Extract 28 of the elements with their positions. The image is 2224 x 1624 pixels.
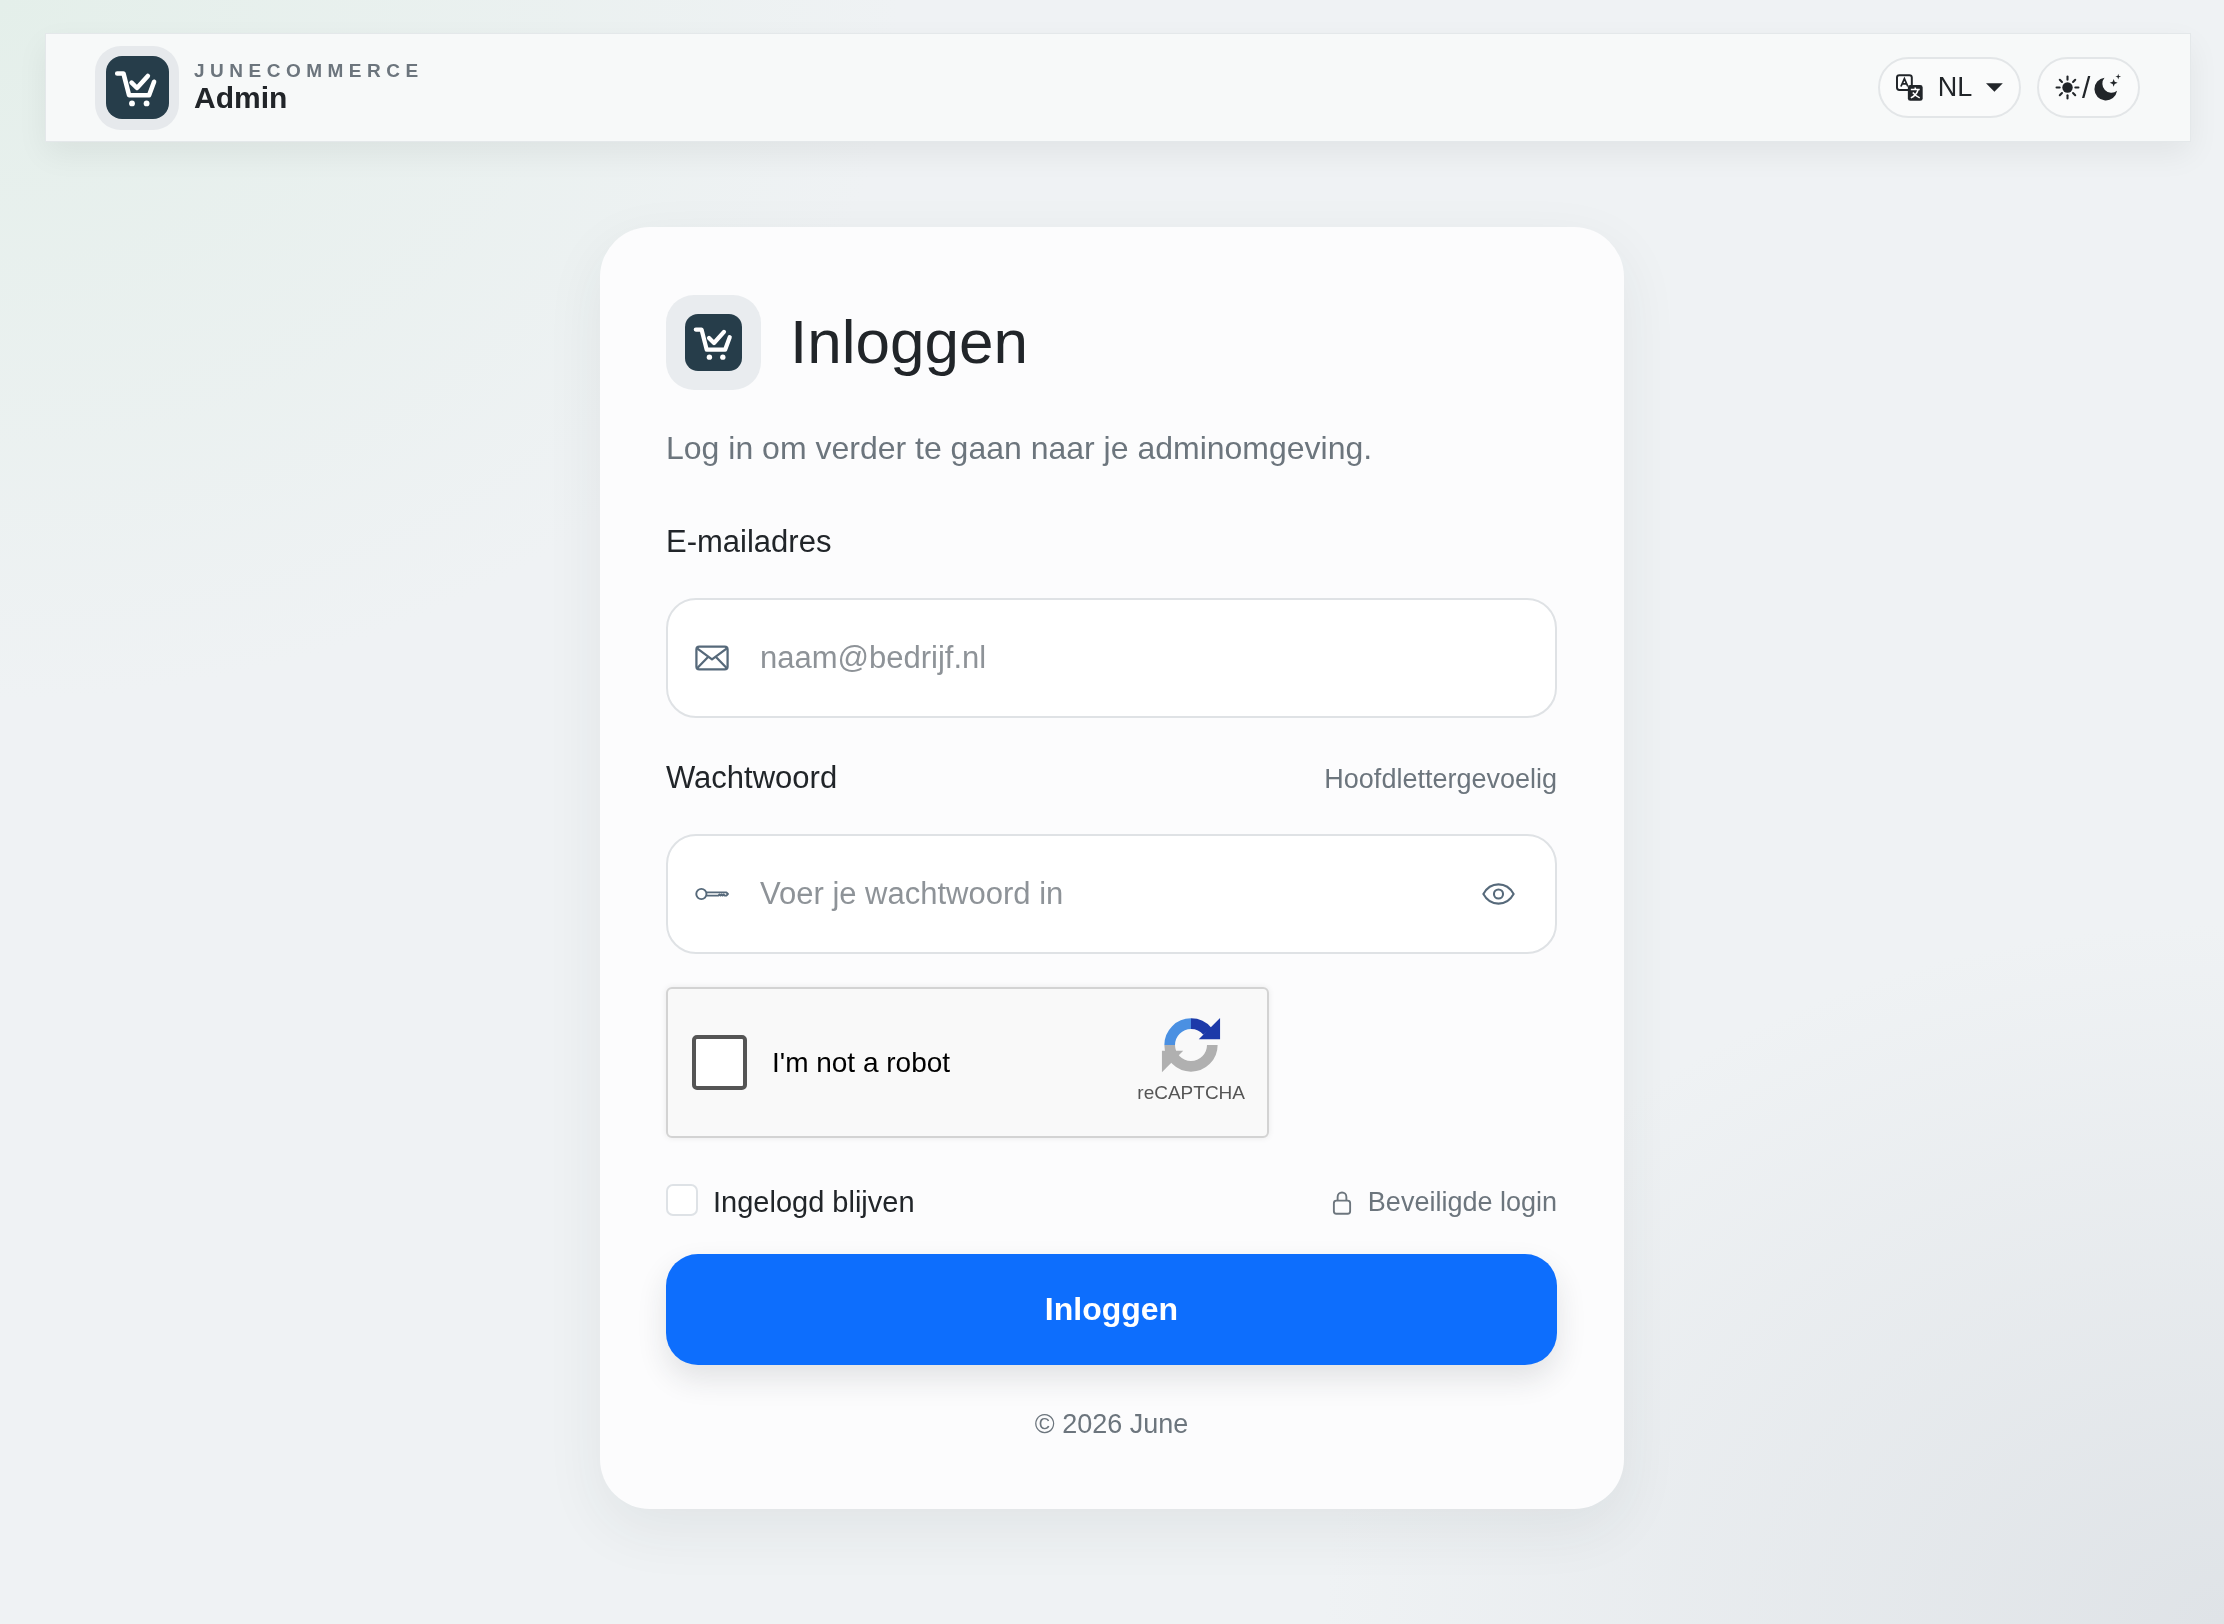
- hint-text: Hoofdlettergevoelig: [1324, 763, 1557, 796]
- lock-icon: [1331, 1189, 1352, 1215]
- cart-logo-icon: [666, 295, 761, 390]
- password-field[interactable]: Voer je wachtwoord in: [666, 834, 1557, 954]
- brand-product: Admin: [194, 81, 289, 115]
- envelope-icon: [695, 645, 729, 671]
- remember-label[interactable]: Ingelogd blijven: [713, 1185, 915, 1219]
- brand-name: JUNECOMMERCE: [194, 60, 424, 82]
- field-label: Wachtwoord: [666, 759, 838, 797]
- theme-toggle-button[interactable]: /: [2037, 57, 2140, 118]
- captcha-checkbox[interactable]: [692, 1035, 747, 1090]
- caret-down-icon: [1986, 83, 2003, 92]
- key-icon: [695, 885, 729, 903]
- intro-text: Log in om verder te gaan naar je adminomgeving.: [666, 429, 1374, 468]
- cart-logo-icon: [95, 45, 179, 130]
- sun-icon: [2055, 74, 2080, 101]
- page-title: Inloggen: [790, 308, 1028, 377]
- eye-icon[interactable]: [1482, 883, 1515, 905]
- field-label: E-mailadres: [666, 523, 832, 561]
- email-field[interactable]: naam@bedrijf.nl: [666, 598, 1557, 718]
- language-button[interactable]: NL: [1878, 57, 2021, 118]
- security-note: Beveiligde login: [1367, 1186, 1557, 1218]
- captcha-label: I'm not a robot: [772, 1046, 952, 1079]
- remember-checkbox[interactable]: [666, 1184, 698, 1216]
- copyright-text: © 2026 June: [1033, 1408, 1190, 1441]
- translate-icon: [1896, 73, 1924, 102]
- login-button[interactable]: Inloggen: [666, 1254, 1557, 1365]
- recaptcha-brand: reCAPTCHA: [1137, 1081, 1245, 1104]
